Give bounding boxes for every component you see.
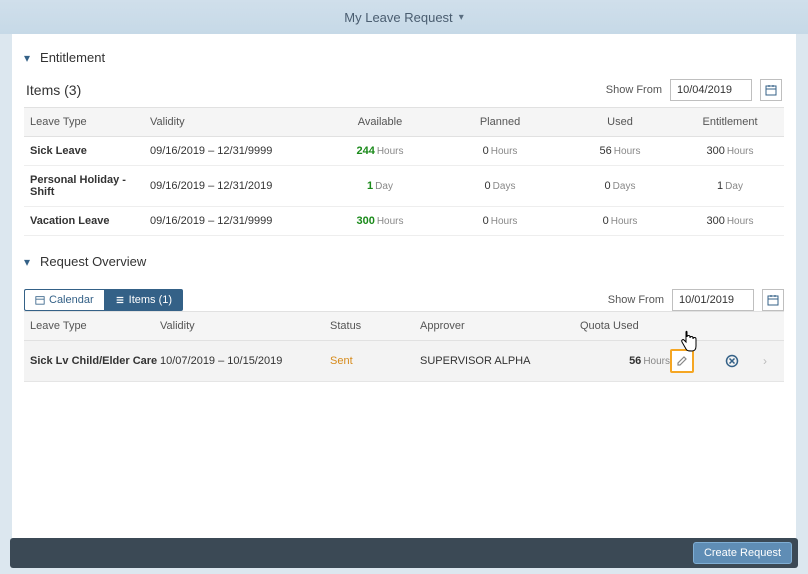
create-request-button[interactable]: Create Request <box>693 542 792 564</box>
cell-used: 0 <box>603 215 609 227</box>
tab-calendar-label: Calendar <box>49 294 94 306</box>
entitlement-section-header[interactable]: ▾ Entitlement <box>24 44 784 75</box>
unit: Day <box>725 181 743 192</box>
entitlement-table-header: Leave Type Validity Available Planned Us… <box>24 107 784 137</box>
cell-planned: 0 <box>483 215 489 227</box>
col-status: Status <box>330 320 420 332</box>
col-validity: Validity <box>160 320 330 332</box>
tab-items[interactable]: Items (1) <box>104 289 183 311</box>
cell-approver: SUPERVISOR ALPHA <box>420 355 580 367</box>
items-count-label: Items (3) <box>26 82 81 98</box>
section-title: Request Overview <box>40 254 146 269</box>
table-row: Vacation Leave 09/16/2019 – 12/31/9999 3… <box>24 207 784 236</box>
col-used: Used <box>560 116 680 128</box>
calendar-icon[interactable] <box>760 79 782 101</box>
show-from-label: Show From <box>606 84 662 96</box>
cell-leave-type: Vacation Leave <box>30 215 150 227</box>
unit: Day <box>375 181 393 192</box>
cancel-button[interactable] <box>720 349 744 373</box>
unit: Hours <box>611 216 638 227</box>
col-entitlement: Entitlement <box>680 116 780 128</box>
footer-bar: Create Request <box>10 538 798 568</box>
cancel-icon <box>725 354 739 368</box>
unit: Days <box>613 181 636 192</box>
chevron-right-icon[interactable]: › <box>750 354 780 368</box>
cell-planned: 0 <box>485 180 491 192</box>
cell-leave-type: Sick Lv Child/Elder Care <box>30 355 160 367</box>
cell-status: Sent <box>330 355 420 367</box>
pencil-icon <box>676 355 688 367</box>
request-overview-section-header[interactable]: ▾ Request Overview <box>24 248 784 279</box>
cell-available: 244 <box>356 145 374 157</box>
chevron-down-icon: ▾ <box>24 255 30 269</box>
col-quota-used: Quota Used <box>580 320 670 332</box>
unit: Hours <box>491 216 518 227</box>
cell-used: 0 <box>605 180 611 192</box>
cell-entitlement: 300 <box>706 215 724 227</box>
request-table-header: Leave Type Validity Status Approver Quot… <box>24 311 784 341</box>
col-validity: Validity <box>150 116 320 128</box>
cell-validity: 09/16/2019 – 12/31/2019 <box>150 180 320 192</box>
unit: Hours <box>377 216 404 227</box>
calendar-icon <box>35 295 45 305</box>
app-title: My Leave Request <box>344 10 452 25</box>
unit: Hours <box>727 216 754 227</box>
chevron-down-icon: ▾ <box>24 51 30 65</box>
show-from-input[interactable] <box>672 289 754 311</box>
list-icon <box>115 295 125 305</box>
cell-available: 300 <box>356 215 374 227</box>
calendar-icon[interactable] <box>762 289 784 311</box>
table-row[interactable]: Sick Lv Child/Elder Care 10/07/2019 – 10… <box>24 341 784 382</box>
cell-quota: 56 <box>629 355 641 367</box>
show-from-label: Show From <box>608 294 664 306</box>
cell-validity: 10/07/2019 – 10/15/2019 <box>160 355 330 367</box>
unit: Hours <box>491 146 518 157</box>
unit: Days <box>493 181 516 192</box>
cell-used: 56 <box>600 145 612 157</box>
cell-entitlement: 1 <box>717 180 723 192</box>
cell-available: 1 <box>367 180 373 192</box>
cell-validity: 09/16/2019 – 12/31/9999 <box>150 145 320 157</box>
col-approver: Approver <box>420 320 580 332</box>
col-leave-type: Leave Type <box>30 116 150 128</box>
unit: Hours <box>727 146 754 157</box>
col-planned: Planned <box>440 116 560 128</box>
app-header: My Leave Request ▾ <box>0 0 808 34</box>
cell-leave-type: Sick Leave <box>30 145 150 157</box>
tab-calendar[interactable]: Calendar <box>24 289 104 311</box>
section-title: Entitlement <box>40 50 105 65</box>
col-leave-type: Leave Type <box>30 320 160 332</box>
table-row: Personal Holiday - Shift 09/16/2019 – 12… <box>24 166 784 207</box>
chevron-down-icon[interactable]: ▾ <box>459 12 464 23</box>
cell-entitlement: 300 <box>706 145 724 157</box>
edit-button[interactable] <box>670 349 694 373</box>
unit: Hours <box>377 146 404 157</box>
cell-leave-type: Personal Holiday - Shift <box>30 174 150 198</box>
table-row: Sick Leave 09/16/2019 – 12/31/9999 244Ho… <box>24 137 784 166</box>
unit: Hours <box>614 146 641 157</box>
unit: Hours <box>643 356 670 367</box>
tab-items-label: Items (1) <box>129 294 172 306</box>
col-available: Available <box>320 116 440 128</box>
cell-validity: 09/16/2019 – 12/31/9999 <box>150 215 320 227</box>
cell-planned: 0 <box>483 145 489 157</box>
show-from-input[interactable] <box>670 79 752 101</box>
